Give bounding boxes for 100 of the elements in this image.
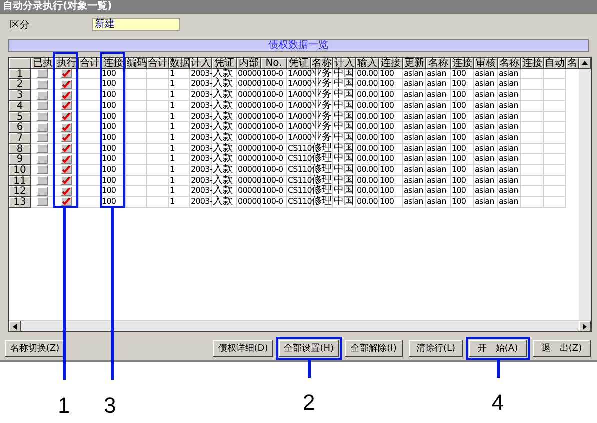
checkbox[interactable] xyxy=(61,186,72,196)
action-button[interactable]: 退 出(Z) xyxy=(533,340,591,357)
table-cell: 入款 xyxy=(212,144,237,154)
table-cell: 业务 xyxy=(311,122,333,133)
column-header[interactable]: 执行 xyxy=(55,58,79,69)
table-cell: 00000 xyxy=(237,186,261,198)
row-number: 7 xyxy=(9,132,31,144)
table-cell: 100-0 xyxy=(261,164,287,176)
column-header[interactable]: 输入 xyxy=(356,58,379,69)
column-header[interactable]: 连接 xyxy=(451,58,474,69)
scroll-up-icon[interactable] xyxy=(579,58,591,69)
table-cell xyxy=(147,68,169,80)
table-cell xyxy=(147,100,169,112)
column-header[interactable]: 凭证 xyxy=(212,58,237,69)
table-cell: asian xyxy=(403,164,426,176)
table-cell: 100-0 xyxy=(261,154,287,165)
column-header[interactable]: 更新 xyxy=(403,58,426,69)
action-button[interactable]: 全部设置(H) xyxy=(279,340,339,357)
checkbox[interactable] xyxy=(61,197,72,206)
row-number: 9 xyxy=(9,154,31,165)
checkbox[interactable] xyxy=(61,90,72,100)
column-header[interactable]: 内部 xyxy=(237,58,261,69)
table-cell: asian xyxy=(403,112,426,122)
column-header[interactable]: 自动 xyxy=(544,58,566,69)
table-cell: 100 xyxy=(101,186,126,198)
field-label: 区分 xyxy=(10,18,31,32)
table-cell: 100 xyxy=(451,79,474,90)
table-cell: asian xyxy=(403,144,426,154)
column-header[interactable]: 审核 xyxy=(474,58,498,69)
table-cell: 修理 xyxy=(311,154,333,165)
table-cell: 中国 xyxy=(333,100,356,112)
column-header[interactable]: 合计 xyxy=(147,58,169,69)
table-cell: asian xyxy=(403,122,426,133)
table-cell: 00000 xyxy=(237,122,261,133)
table-cell xyxy=(126,154,147,165)
input-field[interactable]: 新建 xyxy=(92,18,180,32)
action-button[interactable]: 清除行(L) xyxy=(409,340,463,357)
column-header[interactable]: 连接 xyxy=(521,58,544,69)
column-header[interactable]: No. xyxy=(261,58,287,69)
column-header[interactable]: 合计 xyxy=(79,58,101,69)
table-cell xyxy=(147,132,169,144)
table-cell: asian xyxy=(474,144,498,154)
column-header[interactable]: 计入 xyxy=(333,58,356,69)
column-header[interactable]: 计入 xyxy=(190,58,212,69)
table-cell: asian xyxy=(403,100,426,112)
table-cell: asian xyxy=(474,112,498,122)
table-cell: asian xyxy=(498,112,521,122)
column-header[interactable]: 连接 xyxy=(379,58,403,69)
checkbox[interactable] xyxy=(61,133,72,142)
callout-number: 4 xyxy=(492,390,504,416)
table-cell: 修理 xyxy=(311,164,333,176)
table-cell xyxy=(147,186,169,198)
toggle-name-button[interactable]: 名称切换(Z) xyxy=(5,340,65,357)
column-header[interactable]: 名 xyxy=(566,58,579,69)
table-cell xyxy=(544,122,566,133)
table-cell: 00000 xyxy=(237,112,261,122)
table-cell: 100 xyxy=(379,186,403,198)
action-button[interactable]: 全部解除(I) xyxy=(345,340,403,357)
checkbox[interactable] xyxy=(61,122,72,132)
table-cell: asian xyxy=(474,68,498,80)
column-header[interactable]: 名称 xyxy=(426,58,451,69)
checkbox[interactable] xyxy=(61,101,72,110)
table-cell: 1A000 xyxy=(287,122,311,133)
table-cell: 100-0 xyxy=(261,176,287,186)
table-cell xyxy=(544,100,566,112)
table-cell: asian xyxy=(474,132,498,144)
table-cell: 00.00 xyxy=(356,186,379,198)
table-cell: 1 xyxy=(169,176,190,186)
checkbox[interactable] xyxy=(61,69,72,78)
action-button[interactable]: 债权详细(D) xyxy=(213,340,274,357)
table-cell: 100 xyxy=(379,122,403,133)
table-cell: 100 xyxy=(451,122,474,133)
window-title: 自动分录执行(对象一覧) xyxy=(0,0,597,14)
table-cell: 100 xyxy=(451,68,474,80)
table-cell: 100-0 xyxy=(261,100,287,112)
table-cell: 00000 xyxy=(237,90,261,101)
table-cell: asian xyxy=(498,197,521,208)
table-cell: 100 xyxy=(451,176,474,186)
table-cell: 100 xyxy=(379,100,403,112)
column-header[interactable]: 已执 xyxy=(31,58,55,69)
table-cell: CS110 xyxy=(287,176,311,186)
table-cell: 1 xyxy=(169,79,190,90)
table-cell: asian xyxy=(403,79,426,90)
table-cell: 修理 xyxy=(311,186,333,198)
column-header[interactable]: 凭证 xyxy=(287,58,311,69)
table-cell: 1A000 xyxy=(287,79,311,90)
column-header[interactable]: 名称 xyxy=(311,58,333,69)
table-cell xyxy=(147,122,169,133)
scroll-right-icon[interactable] xyxy=(579,321,591,332)
table-cell: 中国 xyxy=(333,186,356,198)
checkbox[interactable] xyxy=(61,176,72,185)
action-button[interactable]: 开 始(A) xyxy=(469,340,527,357)
table-cell: asian xyxy=(498,154,521,165)
table-cell: 100 xyxy=(379,90,403,101)
column-header[interactable]: 名称 xyxy=(498,58,521,69)
checkbox[interactable] xyxy=(61,80,72,89)
checkbox[interactable] xyxy=(61,154,72,164)
scroll-left-icon[interactable] xyxy=(9,321,21,332)
checkbox[interactable] xyxy=(61,165,72,174)
table-cell: 00.00 xyxy=(356,197,379,208)
